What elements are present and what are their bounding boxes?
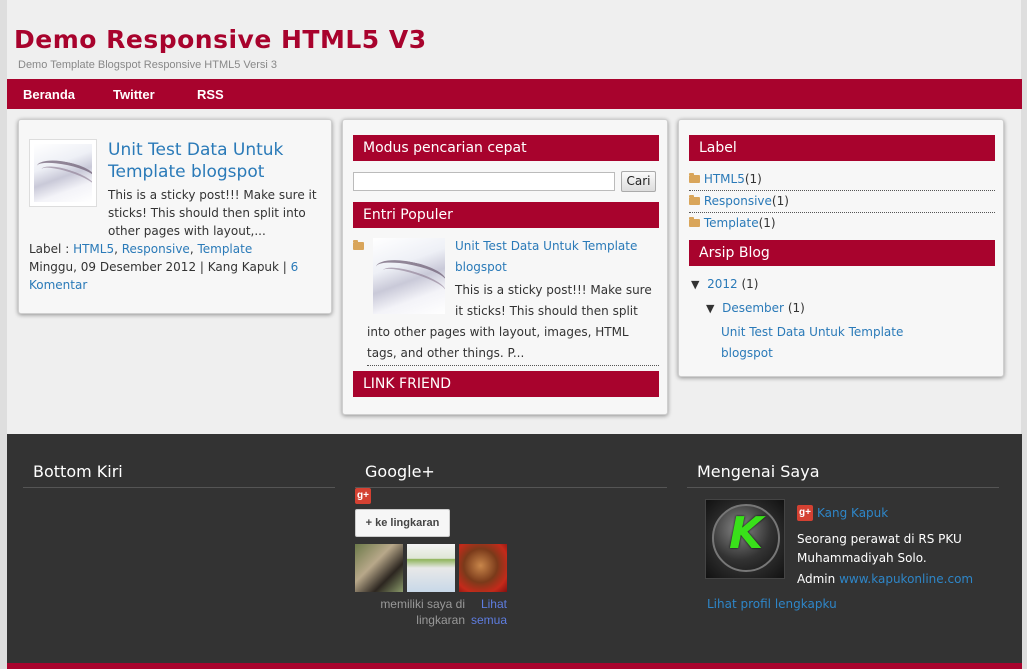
label-count: (1) — [771, 194, 789, 208]
post-label-responsive[interactable]: Responsive — [122, 242, 190, 256]
folder-icon — [689, 195, 700, 205]
folder-icon — [689, 173, 700, 183]
toggle-down-icon[interactable]: ▼ — [706, 302, 714, 315]
site-title[interactable]: Demo Responsive HTML5 V3 — [14, 25, 427, 54]
right-sidebar: Label HTML5(1) Responsive(1) Template(1)… — [678, 119, 1004, 377]
search-input[interactable] — [353, 172, 615, 191]
label-count: (1) — [758, 216, 776, 230]
post-thumbnail[interactable] — [29, 139, 97, 207]
post-labels: Label : HTML5, Responsive, Template — [29, 242, 253, 256]
middle-sidebar: Modus pencarian cepat Cari Entri Populer… — [342, 119, 668, 415]
archive-year-row: ▼ 2012 (1) — [691, 274, 758, 295]
nav-item-rss[interactable]: RSS — [197, 87, 224, 102]
search-widget-title: Modus pencarian cepat — [353, 135, 659, 161]
google-plus-icon[interactable]: g+ — [797, 505, 813, 521]
label-item-template: Template(1) — [689, 213, 995, 235]
archive-month-link[interactable]: Desember — [722, 301, 784, 315]
profile-description: Seorang perawat di RS PKU Muhammadiyah S… — [797, 532, 962, 565]
footer-bottom-bar — [7, 663, 1022, 669]
profile-name-link[interactable]: Kang Kapuk — [817, 504, 888, 523]
google-plus-title: Google+ — [355, 462, 667, 488]
archive-widget-title: Arsip Blog — [689, 240, 995, 266]
archive-month-row: ▼ Desember (1) — [706, 298, 805, 319]
post-title[interactable]: Unit Test Data Untuk Template blogspot — [108, 139, 308, 183]
profile-admin: Admin www.kapukonline.com — [797, 570, 973, 589]
label-item-responsive: Responsive(1) — [689, 191, 995, 213]
logo-k-icon: K — [728, 508, 764, 559]
label-link-html5[interactable]: HTML5 — [704, 172, 745, 186]
profile-site-link[interactable]: www.kapukonline.com — [839, 572, 973, 586]
label-item-html5: HTML5(1) — [689, 169, 995, 191]
site-description: Demo Template Blogspot Responsive HTML5 … — [18, 59, 278, 71]
profile-admin-label: Admin — [797, 572, 836, 586]
follower-avatar[interactable] — [459, 544, 507, 592]
nav-item-twitter[interactable]: Twitter — [113, 87, 155, 102]
bottom-left-title: Bottom Kiri — [23, 462, 335, 488]
archive-month-count: (1) — [787, 301, 805, 315]
post-card: Unit Test Data Untuk Template blogspot T… — [18, 119, 332, 314]
post-meta: Minggu, 09 Desember 2012 | Kang Kapuk | … — [29, 258, 319, 294]
circles-text: memiliki saya di lingkaran — [380, 597, 465, 627]
post-date-author: Minggu, 09 Desember 2012 | Kang Kapuk | — [29, 260, 287, 274]
follower-avatar[interactable] — [407, 544, 455, 592]
about-me-title: Mengenai Saya — [687, 462, 999, 488]
search-button[interactable]: Cari — [621, 171, 656, 192]
link-friend-widget-title: LINK FRIEND — [353, 371, 659, 397]
label-count: (1) — [744, 172, 762, 186]
full-profile-link[interactable]: Lihat profil lengkapku — [707, 595, 837, 614]
label-link-responsive[interactable]: Responsive — [704, 194, 772, 208]
post-label-html5[interactable]: HTML5 — [73, 242, 114, 256]
post-label-template[interactable]: Template — [197, 242, 252, 256]
post-snippet: This is a sticky post!!! Make sure it st… — [108, 188, 317, 238]
profile-avatar[interactable]: K — [705, 499, 785, 579]
add-to-circles-button[interactable]: + ke lingkaran — [355, 509, 450, 537]
popular-widget-title: Entri Populer — [353, 202, 659, 228]
footer: Bottom Kiri Google+ Mengenai Saya g+ + k… — [7, 434, 1022, 669]
folder-icon — [353, 240, 364, 250]
follower-avatar[interactable] — [355, 544, 403, 592]
nav-bar: Beranda Twitter RSS — [7, 79, 1022, 109]
archive-post-link[interactable]: Unit Test Data Untuk Template blogspot — [721, 322, 921, 364]
popular-post-title[interactable]: Unit Test Data Untuk Template blogspot — [455, 236, 655, 278]
post-label-prefix: Label : — [29, 242, 70, 256]
archive-year-count: (1) — [741, 277, 759, 291]
label-link-template[interactable]: Template — [704, 216, 759, 230]
label-widget-title: Label — [689, 135, 995, 161]
google-plus-icon[interactable]: g+ — [355, 488, 371, 504]
see-all-link[interactable]: Lihat semua — [467, 596, 507, 628]
toggle-down-icon[interactable]: ▼ — [691, 278, 699, 291]
popular-post-snippet: This is a sticky post!!! Make sure it st… — [367, 280, 657, 366]
nav-item-beranda[interactable]: Beranda — [23, 87, 75, 102]
divider — [367, 365, 659, 366]
folder-icon — [689, 217, 700, 227]
archive-year-link[interactable]: 2012 — [707, 277, 738, 291]
